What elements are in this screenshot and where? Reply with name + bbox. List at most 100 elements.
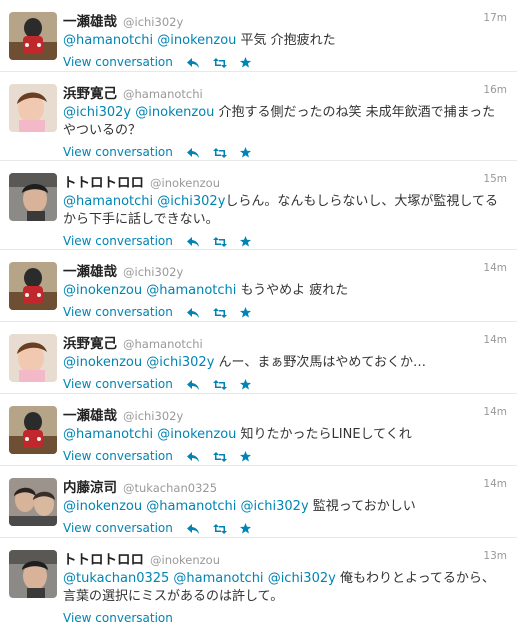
tweet-header: 浜野寛己 @hamanotchi (63, 84, 507, 102)
retweet-icon[interactable] (212, 236, 227, 247)
user-fullname[interactable]: 一瀬雄哉 (63, 408, 117, 424)
tweet[interactable]: 一瀬雄哉 @ichi302y 14m @hamanotchi @inokenzou… (0, 394, 517, 466)
avatar[interactable] (9, 406, 57, 454)
mention-link[interactable]: @ichi302y (63, 105, 131, 120)
mention-link[interactable]: @tukachan0325 (63, 571, 169, 586)
view-conversation-link[interactable]: View conversation (63, 305, 173, 319)
tweet-body: もうやめよ 疲れた (240, 283, 349, 298)
tweet-timestamp[interactable]: 15m (483, 173, 507, 185)
tweet-timestamp[interactable]: 17m (483, 12, 507, 24)
tweet[interactable]: 一瀬雄哉 @ichi302y 14m @inokenzou @hamanotchi… (0, 250, 517, 322)
mention-link[interactable]: @ichi302y (146, 355, 214, 370)
mention-link[interactable]: @hamanotchi (63, 194, 153, 209)
retweet-icon[interactable] (212, 451, 227, 462)
user-handle[interactable]: @ichi302y (123, 265, 183, 279)
avatar[interactable] (9, 334, 57, 382)
user-fullname[interactable]: トトロトロロ (63, 175, 144, 191)
tweet[interactable]: 内藤涼司 @tukachan0325 14m @inokenzou @hamano… (0, 466, 517, 538)
tweet-text: @hamanotchi @inokenzou 平気 介抱疲れた (63, 32, 507, 50)
retweet-icon[interactable] (212, 379, 227, 390)
avatar[interactable] (9, 84, 57, 132)
tweet[interactable]: 浜野寛己 @hamanotchi 14m @inokenzou @ichi302y… (0, 322, 517, 394)
user-handle[interactable]: @tukachan0325 (123, 481, 217, 495)
avatar[interactable] (9, 262, 57, 310)
user-handle[interactable]: @hamanotchi (123, 337, 203, 351)
favorite-icon[interactable] (240, 379, 252, 390)
mention-link[interactable]: @inokenzou (63, 355, 142, 370)
reply-icon[interactable] (186, 307, 199, 318)
user-fullname[interactable]: 浜野寛己 (63, 336, 117, 352)
user-fullname[interactable]: 内藤涼司 (63, 480, 117, 496)
mention-link[interactable]: @hamanotchi (173, 571, 263, 586)
tweet-timestamp[interactable]: 13m (483, 550, 507, 562)
retweet-icon[interactable] (212, 307, 227, 318)
mention-link[interactable]: @hamanotchi (63, 427, 153, 442)
tweet[interactable]: トトロトロロ @inokenzou 13m @tukachan0325 @hama… (0, 538, 517, 625)
mention-link[interactable]: @hamanotchi (146, 499, 236, 514)
favorite-icon[interactable] (240, 57, 252, 68)
mention-link[interactable]: @inokenzou (157, 427, 236, 442)
reply-icon[interactable] (186, 236, 199, 247)
avatar[interactable] (9, 12, 57, 60)
tweet-body: 平気 介抱疲れた (240, 33, 336, 48)
user-handle[interactable]: @ichi302y (123, 15, 183, 29)
tweet-timestamp[interactable]: 14m (483, 334, 507, 346)
tweet-actions: View conversation (63, 53, 507, 71)
tweet-timestamp[interactable]: 16m (483, 84, 507, 96)
view-conversation-link[interactable]: View conversation (63, 521, 173, 535)
favorite-icon[interactable] (240, 147, 252, 158)
tweet-body: 監視っておかしい (312, 499, 416, 514)
mention-link[interactable]: @inokenzou (63, 499, 142, 514)
view-conversation-link[interactable]: View conversation (63, 145, 173, 159)
view-conversation-link[interactable]: View conversation (63, 449, 173, 463)
mention-link[interactable]: @ichi302y (241, 499, 309, 514)
mention-link[interactable]: @ichi302y (268, 571, 336, 586)
view-conversation-link[interactable]: View conversation (63, 234, 173, 248)
avatar[interactable] (9, 550, 57, 598)
mention-link[interactable]: @inokenzou (135, 105, 214, 120)
view-conversation-link[interactable]: View conversation (63, 611, 173, 625)
reply-icon[interactable] (186, 379, 199, 390)
user-fullname[interactable]: 一瀬雄哉 (63, 14, 117, 30)
user-fullname[interactable]: 一瀬雄哉 (63, 264, 117, 280)
user-handle[interactable]: @inokenzou (150, 553, 220, 567)
tweet-actions: View conversation (63, 232, 507, 250)
mention-link[interactable]: @hamanotchi (63, 33, 153, 48)
tweet-timestamp[interactable]: 14m (483, 262, 507, 274)
tweet-body: んー、まぁ野次馬はやめておくか… (218, 355, 427, 370)
tweet-timestamp[interactable]: 14m (483, 406, 507, 418)
view-conversation-link[interactable]: View conversation (63, 55, 173, 69)
retweet-icon[interactable] (212, 523, 227, 534)
user-handle[interactable]: @inokenzou (150, 176, 220, 190)
favorite-icon[interactable] (240, 307, 252, 318)
tweet[interactable]: 浜野寛己 @hamanotchi 16m @ichi302y @inokenzou… (0, 72, 517, 161)
tweet-actions: View conversation (63, 375, 507, 393)
avatar[interactable] (9, 478, 57, 526)
mention-link[interactable]: @ichi302y (157, 194, 225, 209)
reply-icon[interactable] (186, 451, 199, 462)
tweet-header: 一瀬雄哉 @ichi302y (63, 12, 507, 30)
avatar[interactable] (9, 173, 57, 221)
retweet-icon[interactable] (212, 147, 227, 158)
tweet-timestamp[interactable]: 14m (483, 478, 507, 490)
tweet-text: @ichi302y @inokenzou 介抱する側だったのね笑 未成年飲酒で捕… (63, 104, 507, 140)
mention-link[interactable]: @inokenzou (63, 283, 142, 298)
reply-icon[interactable] (186, 57, 199, 68)
reply-icon[interactable] (186, 523, 199, 534)
retweet-icon[interactable] (212, 57, 227, 68)
mention-link[interactable]: @inokenzou (157, 33, 236, 48)
tweet[interactable]: トトロトロロ @inokenzou 15m @hamanotchi @ichi30… (0, 161, 517, 250)
user-fullname[interactable]: トトロトロロ (63, 552, 144, 568)
user-handle[interactable]: @hamanotchi (123, 87, 203, 101)
tweet-body: 知りたかったらLINEしてくれ (240, 427, 412, 442)
tweet-text: @hamanotchi @ichi302yしらん。なんもしらないし、大塚が監視し… (63, 193, 507, 229)
mention-link[interactable]: @hamanotchi (146, 283, 236, 298)
favorite-icon[interactable] (240, 451, 252, 462)
user-fullname[interactable]: 浜野寛己 (63, 86, 117, 102)
tweet[interactable]: 一瀬雄哉 @ichi302y 17m @hamanotchi @inokenzou… (0, 0, 517, 72)
favorite-icon[interactable] (240, 236, 252, 247)
user-handle[interactable]: @ichi302y (123, 409, 183, 423)
favorite-icon[interactable] (240, 523, 252, 534)
reply-icon[interactable] (186, 147, 199, 158)
view-conversation-link[interactable]: View conversation (63, 377, 173, 391)
